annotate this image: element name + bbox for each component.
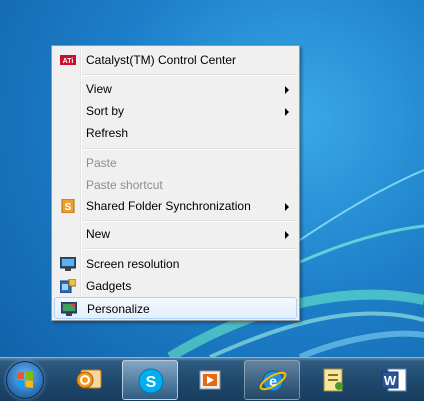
taskbar-media-player-button[interactable] (183, 360, 239, 400)
svg-text:S: S (146, 374, 157, 391)
svg-text:W: W (384, 373, 397, 388)
taskbar-skype-button[interactable]: S (122, 360, 178, 400)
menu-item-label: Paste shortcut (86, 178, 163, 192)
taskbar: S e W (0, 357, 424, 401)
submenu-arrow-icon (285, 203, 289, 211)
menu-separator (82, 220, 296, 222)
menu-item-screen-resolution[interactable]: Screen resolution (54, 253, 297, 275)
submenu-arrow-icon (285, 86, 289, 94)
notepad-folder-icon (323, 368, 343, 392)
menu-item-label: Gadgets (86, 279, 132, 293)
menu-item-gadgets[interactable]: Gadgets (54, 275, 297, 297)
word-icon: W (381, 368, 407, 392)
internet-explorer-icon: e (259, 370, 287, 392)
menu-item-sort-by[interactable]: Sort by (54, 100, 297, 122)
ati-catalyst-icon: ATi (60, 55, 76, 65)
shared-folder-sync-icon: S (61, 199, 75, 213)
desktop-context-menu: ATi Catalyst(TM) Control Center View Sor… (51, 45, 300, 321)
menu-item-label: Refresh (86, 126, 129, 140)
menu-item-label: New (86, 227, 111, 241)
menu-item-refresh[interactable]: Refresh (54, 122, 297, 144)
menu-item-catalyst-control-center[interactable]: ATi Catalyst(TM) Control Center (54, 49, 297, 71)
menu-item-label: Sort by (86, 104, 125, 118)
menu-item-label: Personalize (87, 302, 150, 316)
menu-item-label: View (86, 82, 112, 96)
gadgets-icon (60, 279, 76, 293)
menu-separator (82, 148, 296, 150)
taskbar-notepad-folder-button[interactable] (305, 360, 361, 400)
media-player-icon (199, 370, 221, 390)
taskbar-internet-explorer-button[interactable]: e (244, 360, 300, 400)
windows-logo-icon (17, 371, 33, 388)
menu-item-paste-shortcut: Paste shortcut (54, 174, 297, 196)
taskbar-outlook-button[interactable] (61, 360, 117, 400)
menu-item-new[interactable]: New (54, 223, 297, 245)
skype-icon: S (138, 368, 164, 394)
menu-item-label: Shared Folder Synchronization (86, 199, 251, 213)
svg-text:ATi: ATi (63, 58, 74, 65)
menu-separator (82, 74, 296, 76)
submenu-arrow-icon (285, 108, 289, 116)
menu-item-paste: Paste (54, 152, 297, 174)
menu-item-shared-folder-synchronization[interactable]: S Shared Folder Synchronization (54, 195, 297, 217)
taskbar-word-button[interactable]: W (366, 360, 422, 400)
menu-item-label: Catalyst(TM) Control Center (86, 53, 237, 67)
svg-text:e: e (269, 373, 277, 389)
outlook-icon (76, 369, 102, 389)
menu-item-label: Screen resolution (86, 257, 180, 271)
menu-item-label: Paste (86, 156, 117, 170)
screen-resolution-icon (60, 257, 76, 271)
submenu-arrow-icon (285, 231, 289, 239)
menu-item-view[interactable]: View (54, 78, 297, 100)
menu-separator (82, 248, 296, 250)
windows-start-orb[interactable] (6, 361, 44, 399)
svg-text:S: S (65, 202, 72, 213)
menu-item-personalize[interactable]: Personalize (54, 297, 297, 319)
personalize-icon (61, 302, 77, 316)
